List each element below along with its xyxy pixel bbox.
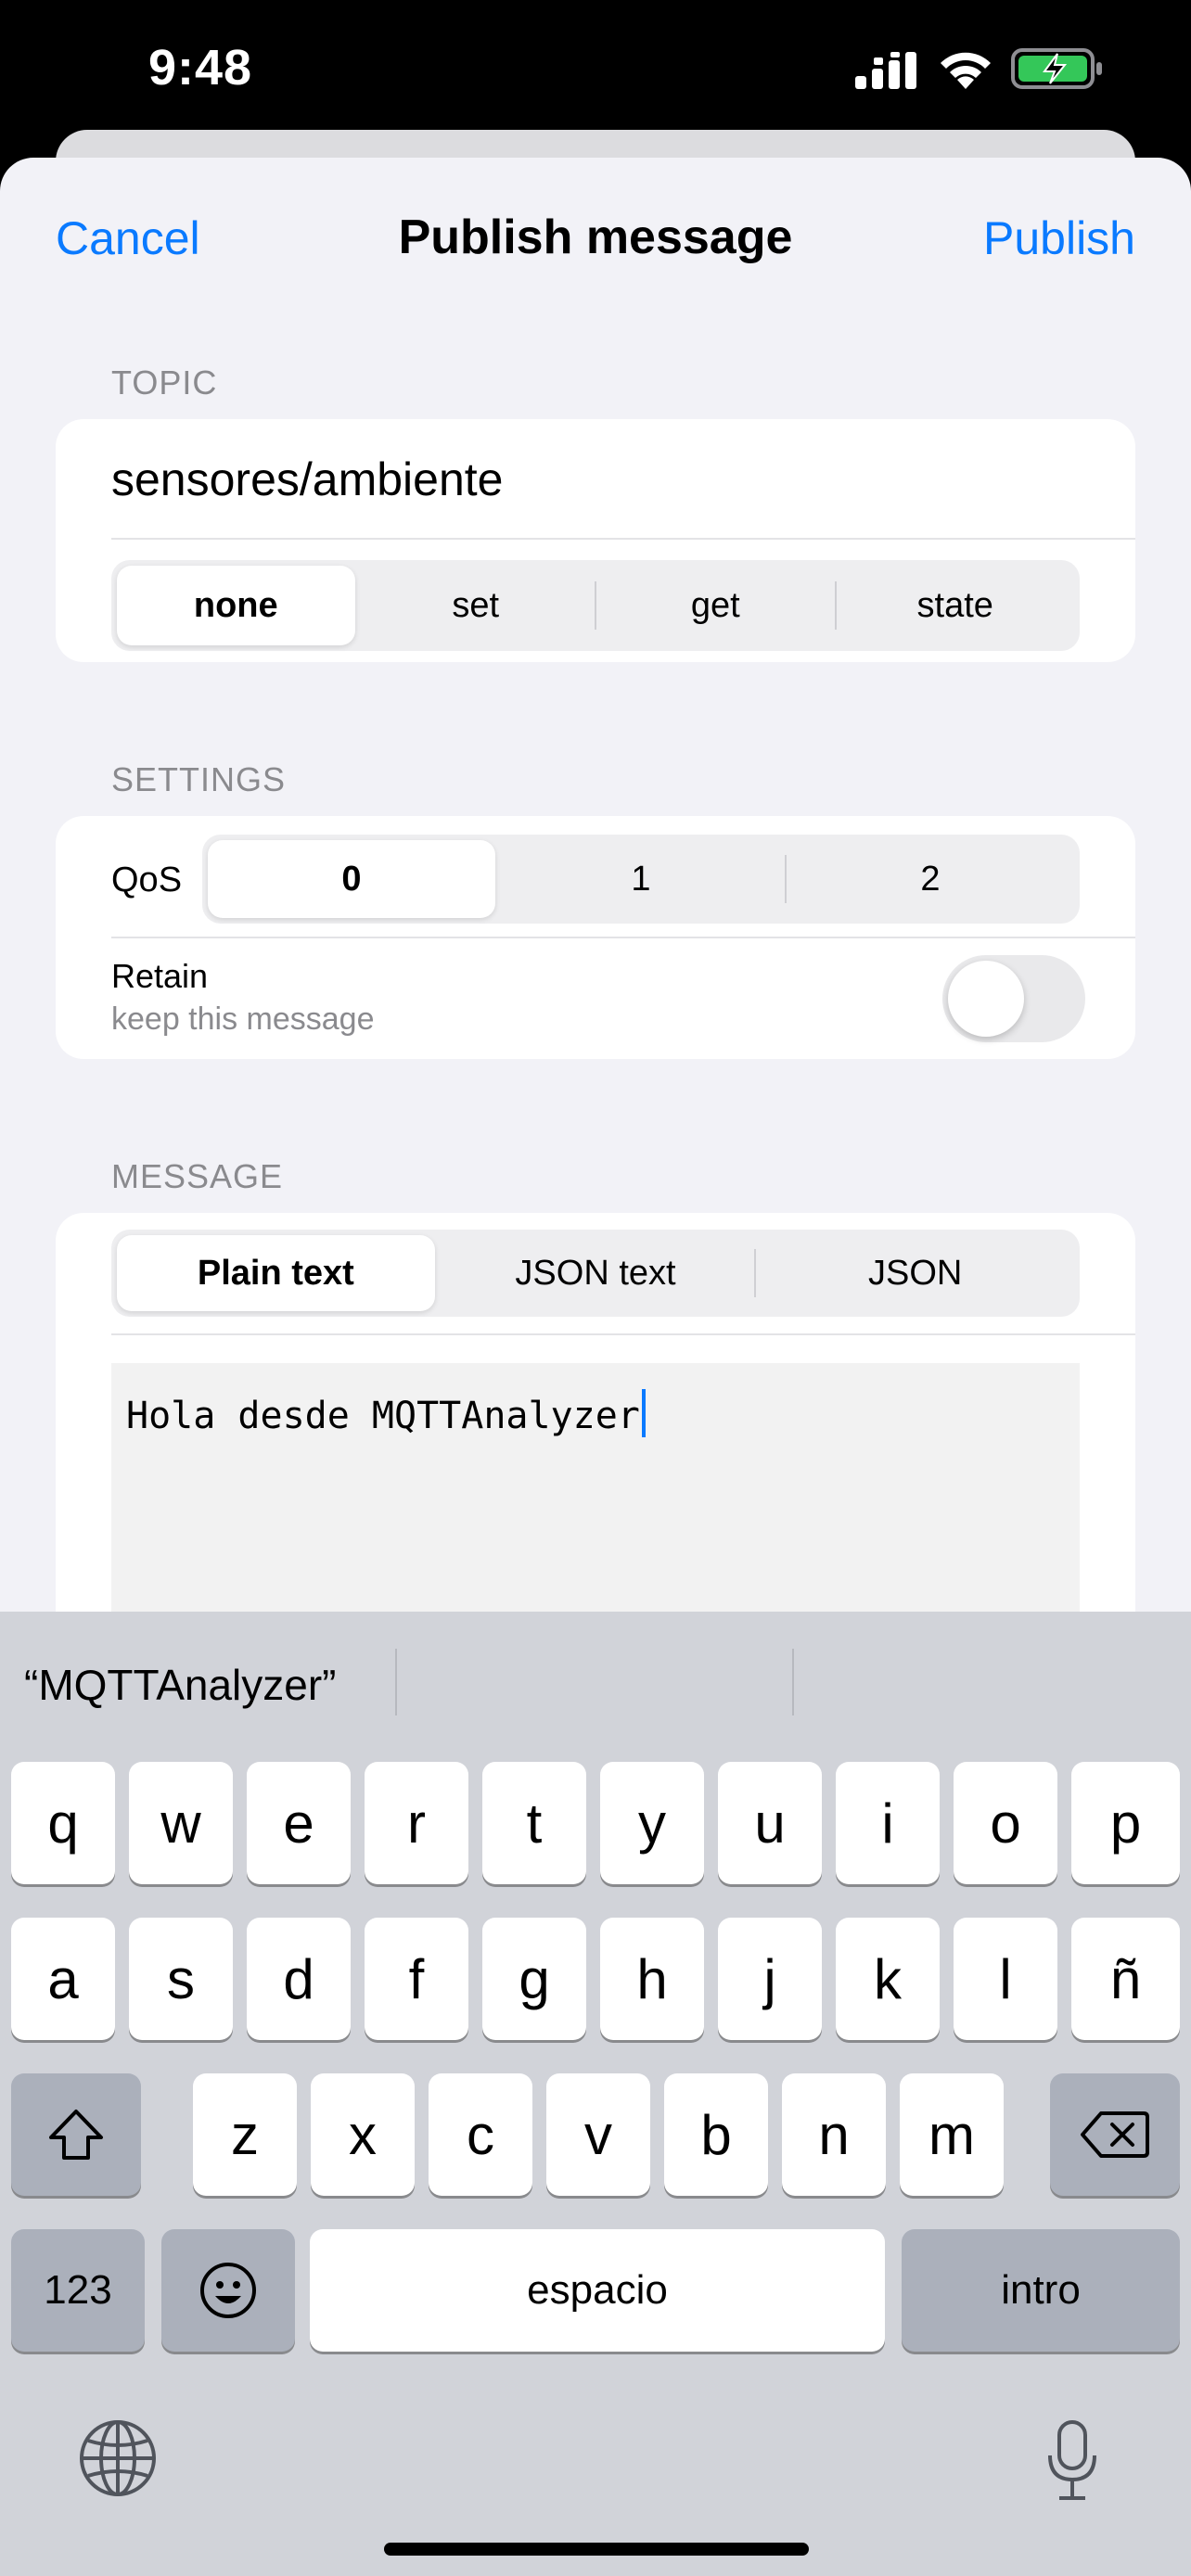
key-t[interactable]: t xyxy=(482,1762,586,1884)
qos-label: QoS xyxy=(111,861,183,899)
text-cursor xyxy=(641,1389,646,1437)
emoji-icon xyxy=(200,2263,256,2318)
key-r[interactable]: r xyxy=(365,1762,468,1884)
retain-label: Retain xyxy=(111,957,209,995)
keyboard: “MQTTAnalyzer” q w e r t y u i o p a s d… xyxy=(0,1612,1191,2576)
key-h[interactable]: h xyxy=(600,1918,704,2040)
topic-section-header: TOPIC xyxy=(111,363,218,402)
key-n[interactable]: n xyxy=(782,2073,886,2196)
topic-card: sensores/ambiente none set get state xyxy=(56,419,1135,662)
retain-toggle[interactable] xyxy=(942,955,1085,1042)
suggestion-bar: “MQTTAnalyzer” xyxy=(0,1612,1191,1760)
key-x[interactable]: x xyxy=(311,2073,415,2196)
divider xyxy=(111,937,1135,938)
backspace-icon xyxy=(1081,2111,1149,2158)
delete-key[interactable] xyxy=(1050,2073,1180,2196)
status-bar: 9:48 xyxy=(0,0,1191,139)
cellular-signal-icon xyxy=(855,52,916,89)
key-o[interactable]: o xyxy=(954,1762,1057,1884)
key-y[interactable]: y xyxy=(600,1762,704,1884)
key-s[interactable]: s xyxy=(129,1918,233,2040)
suggestion-item[interactable]: “MQTTAnalyzer” xyxy=(24,1660,337,1710)
message-section-header: MESSAGE xyxy=(111,1157,284,1195)
wifi-icon xyxy=(941,52,991,89)
battery-charging-icon xyxy=(1011,48,1102,89)
key-e[interactable]: e xyxy=(247,1762,351,1884)
numbers-key[interactable]: 123 xyxy=(11,2229,145,2352)
message-format-segmented-control: Plain text JSON text JSON xyxy=(111,1230,1080,1317)
qos-segmented-control: 0 1 2 xyxy=(202,835,1080,924)
divider xyxy=(111,1333,1135,1335)
key-l[interactable]: l xyxy=(954,1918,1057,2040)
key-d[interactable]: d xyxy=(247,1918,351,2040)
settings-card: QoS 0 1 2 Retain keep this message xyxy=(56,816,1135,1059)
key-a[interactable]: a xyxy=(11,1918,115,2040)
key-enye[interactable]: ñ xyxy=(1071,1918,1180,2040)
suggestion-separator xyxy=(792,1649,794,1715)
key-u[interactable]: u xyxy=(718,1762,822,1884)
key-k[interactable]: k xyxy=(836,1918,940,2040)
segment-suffix-state[interactable]: state xyxy=(837,566,1075,645)
topic-suffix-segmented-control: none set get state xyxy=(111,560,1080,651)
key-z[interactable]: z xyxy=(193,2073,297,2196)
key-c[interactable]: c xyxy=(429,2073,532,2196)
segment-qos-2[interactable]: 2 xyxy=(787,840,1074,918)
navigation-bar: Cancel Publish message Publish xyxy=(0,158,1191,315)
segment-qos-0[interactable]: 0 xyxy=(208,840,495,918)
settings-section-header: SETTINGS xyxy=(111,760,287,798)
return-key[interactable]: intro xyxy=(902,2229,1180,2352)
globe-icon[interactable] xyxy=(78,2418,158,2498)
toggle-knob xyxy=(948,961,1024,1037)
publish-button[interactable]: Publish xyxy=(983,211,1135,265)
emoji-key[interactable] xyxy=(161,2229,295,2352)
suggestion-separator xyxy=(395,1649,397,1715)
microphone-icon[interactable] xyxy=(1044,2418,1100,2502)
segment-qos-1[interactable]: 1 xyxy=(497,840,785,918)
segment-json[interactable]: JSON xyxy=(756,1235,1074,1311)
status-time: 9:48 xyxy=(148,40,253,96)
key-p[interactable]: p xyxy=(1071,1762,1180,1884)
home-indicator xyxy=(384,2543,809,2556)
key-j[interactable]: j xyxy=(718,1918,822,2040)
key-q[interactable]: q xyxy=(11,1762,115,1884)
key-f[interactable]: f xyxy=(365,1918,468,2040)
topic-input[interactable]: sensores/ambiente xyxy=(111,453,503,506)
key-m[interactable]: m xyxy=(900,2073,1004,2196)
segment-json-text[interactable]: JSON text xyxy=(437,1235,755,1311)
message-body-text: Hola desde MQTTAnalyzer xyxy=(126,1389,646,1437)
key-b[interactable]: b xyxy=(664,2073,768,2196)
key-w[interactable]: w xyxy=(129,1762,233,1884)
segment-suffix-none[interactable]: none xyxy=(117,566,355,645)
space-key[interactable]: espacio xyxy=(310,2229,885,2352)
segment-suffix-set[interactable]: set xyxy=(357,566,596,645)
divider xyxy=(111,538,1135,540)
retain-description: keep this message xyxy=(111,1001,375,1037)
segment-suffix-get[interactable]: get xyxy=(596,566,835,645)
segment-plain-text[interactable]: Plain text xyxy=(117,1235,435,1311)
shift-key[interactable] xyxy=(11,2073,141,2196)
key-g[interactable]: g xyxy=(482,1918,586,2040)
message-body: Hola desde MQTTAnalyzer xyxy=(126,1395,640,1437)
key-i[interactable]: i xyxy=(836,1762,940,1884)
key-v[interactable]: v xyxy=(546,2073,650,2196)
shift-arrow-icon xyxy=(49,2110,103,2160)
